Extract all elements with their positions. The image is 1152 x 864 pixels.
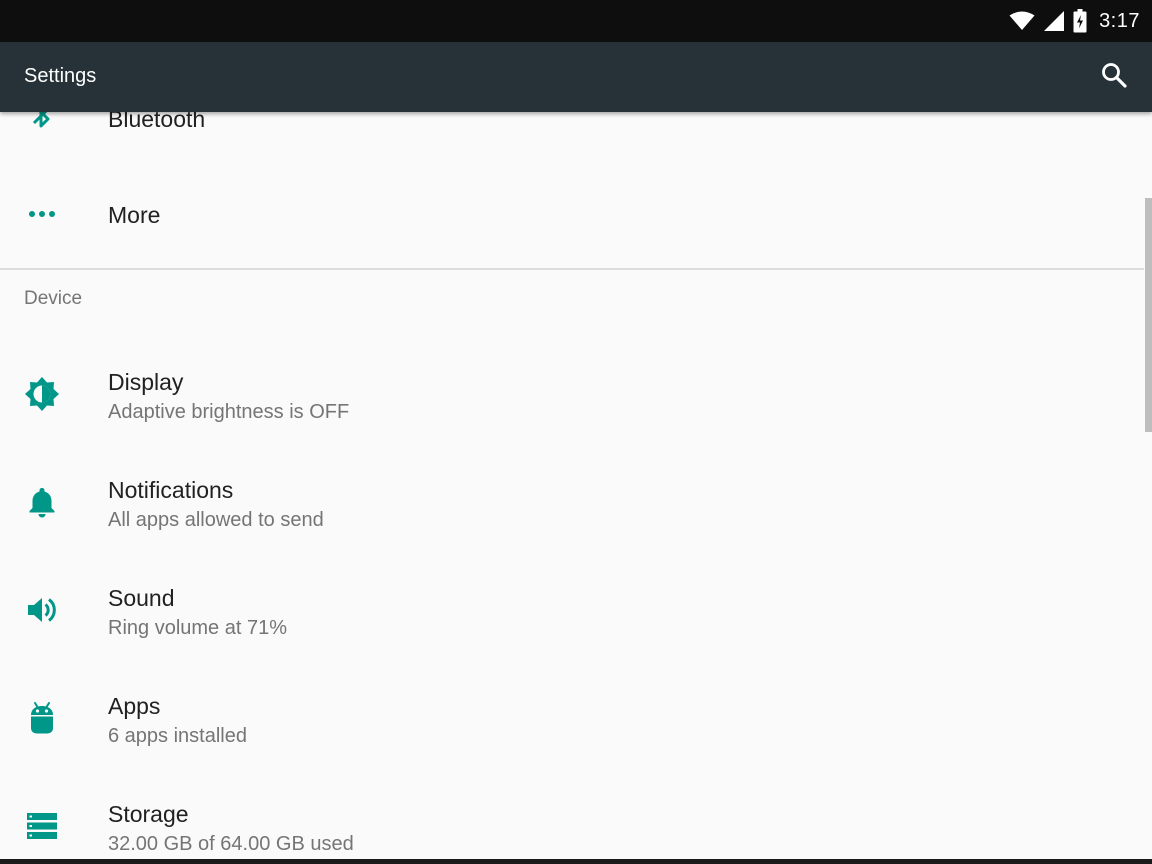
settings-screen: 3:17 Settings Bluetooth More Device Disp… [0, 0, 1152, 864]
settings-item-apps[interactable]: Apps 6 apps installed [0, 664, 1144, 772]
settings-item-more[interactable]: More [0, 170, 1144, 260]
settings-item-summary: Ring volume at 71% [108, 617, 287, 639]
page-title: Settings [24, 65, 97, 87]
search-icon [1100, 61, 1128, 94]
settings-item-label: Sound [108, 585, 175, 611]
status-time: 3:17 [1099, 9, 1140, 32]
brightness-icon [22, 374, 62, 414]
settings-item-notifications[interactable]: Notifications All apps allowed to send [0, 448, 1144, 556]
settings-item-label: Display [108, 369, 184, 395]
bell-icon [22, 482, 62, 522]
app-bar: Settings [0, 42, 1152, 112]
settings-item-label: Apps [108, 693, 161, 719]
search-button[interactable] [1096, 59, 1132, 95]
more-horiz-icon [22, 194, 62, 234]
scrollbar[interactable] [1145, 198, 1152, 432]
settings-item-storage[interactable]: Storage 32.00 GB of 64.00 GB used [0, 772, 1144, 864]
settings-item-bluetooth[interactable]: Bluetooth [0, 112, 1144, 170]
section-header-device: Device [24, 288, 83, 309]
status-bar: 3:17 [0, 0, 1152, 42]
settings-item-summary: 6 apps installed [108, 725, 247, 747]
settings-item-label: More [108, 202, 161, 228]
status-icons: 3:17 [1009, 0, 1140, 42]
section-divider [0, 268, 1144, 270]
cell-signal-icon [1043, 10, 1065, 32]
bottom-edge [0, 859, 1152, 864]
storage-icon [22, 806, 62, 846]
settings-item-display[interactable]: Display Adaptive brightness is OFF [0, 340, 1144, 448]
battery-charging-icon [1073, 9, 1087, 33]
settings-item-summary: All apps allowed to send [108, 509, 324, 531]
settings-item-sound[interactable]: Sound Ring volume at 71% [0, 556, 1144, 664]
volume-icon [22, 590, 62, 630]
wifi-icon [1009, 11, 1035, 31]
settings-item-summary: Adaptive brightness is OFF [108, 401, 350, 423]
settings-list[interactable]: Bluetooth More Device Display Adaptive b… [0, 112, 1152, 864]
bluetooth-icon [26, 112, 56, 137]
android-icon [22, 698, 62, 738]
settings-item-label: Bluetooth [108, 112, 206, 132]
settings-item-label: Storage [108, 801, 189, 827]
settings-item-summary: 32.00 GB of 64.00 GB used [108, 833, 354, 855]
settings-item-label: Notifications [108, 477, 234, 503]
